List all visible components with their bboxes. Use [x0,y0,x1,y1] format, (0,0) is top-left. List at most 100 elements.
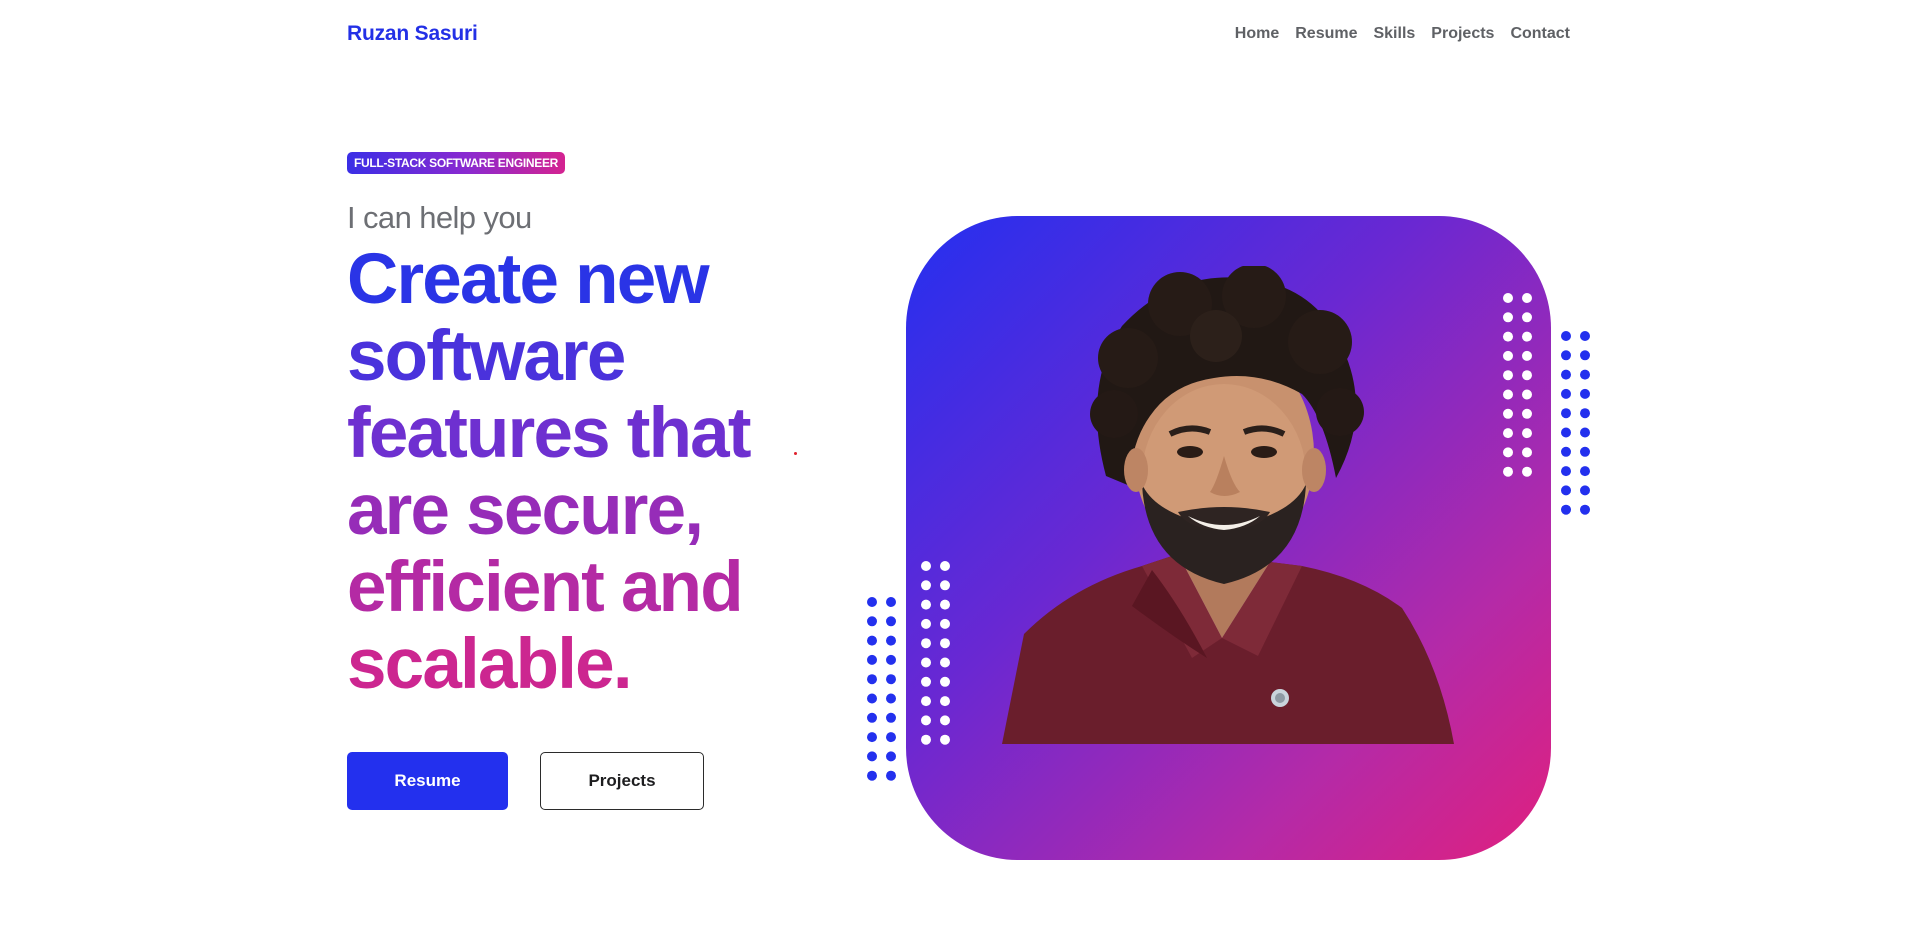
nav-item-home[interactable]: Home [1235,25,1279,43]
decorative-dot [886,635,896,646]
decorative-dot [1503,466,1513,477]
decorative-dot [886,712,896,723]
dot-pattern-card-left [921,561,950,745]
decorative-dot [1503,370,1513,381]
decorative-dot [886,674,896,685]
decorative-dot [886,654,896,665]
decorative-dot [867,693,877,704]
decorative-dot [1503,428,1513,439]
decorative-dot [1503,408,1513,419]
decorative-dot [1561,504,1571,515]
decorative-dot [940,734,950,745]
decorative-dot [921,657,931,668]
decorative-dot [1503,447,1513,458]
main-nav: Home Resume Skills Projects Contact [1235,25,1570,43]
decorative-dot [1522,350,1532,361]
nav-item-resume[interactable]: Resume [1295,25,1357,43]
dot-pattern-left-blue [867,597,896,781]
dot-pattern-right-blue [1561,331,1590,515]
decorative-dot [940,657,950,668]
decorative-dot [867,751,877,762]
decorative-dot [886,732,896,743]
decorative-dot [1522,408,1532,419]
headline-line: scalable. [347,625,633,704]
headline-line: efficient and [347,548,744,627]
decorative-dot [921,734,931,745]
decorative-dot [1561,427,1571,438]
decorative-dot [886,770,896,781]
decorative-dot [867,597,877,607]
decorative-dot [1522,370,1532,381]
decorative-dot [1580,350,1590,361]
decorative-dot [867,635,877,646]
decorative-dot [1580,466,1590,477]
decorative-dot [794,452,797,455]
decorative-dot [1561,408,1571,419]
headline-line: software [347,317,626,396]
decorative-dot [921,715,931,726]
decorative-dot [1580,485,1590,496]
decorative-dot [886,751,896,762]
decorative-dot [1580,369,1590,380]
decorative-dot [1522,447,1532,458]
decorative-dot [1522,428,1532,439]
decorative-dot [1580,331,1590,341]
nav-item-skills[interactable]: Skills [1373,25,1415,43]
decorative-dot [1561,466,1571,477]
decorative-dot [1580,408,1590,419]
decorative-dot [1561,388,1571,399]
hero-portrait-card [906,216,1551,860]
decorative-dot [1503,331,1513,342]
decorative-dot [921,618,931,629]
site-brand-logo[interactable]: Ruzan Sasuri [347,22,478,46]
decorative-dot [867,616,877,627]
hero-subtitle: I can help you [347,200,532,235]
nav-item-projects[interactable]: Projects [1431,25,1494,43]
decorative-dot [1580,446,1590,457]
nav-item-contact[interactable]: Contact [1510,25,1570,43]
dot-pattern-card-right [1503,293,1532,477]
decorative-dot [886,597,896,607]
decorative-dot [921,561,931,571]
decorative-dot [940,715,950,726]
headline-line: Create new [347,240,710,319]
decorative-dot [1561,331,1571,341]
decorative-dot [921,696,931,707]
decorative-dot [1561,485,1571,496]
headline-line: features that [347,394,752,473]
decorative-dot [940,696,950,707]
decorative-dot [940,618,950,629]
projects-button[interactable]: Projects [540,752,704,810]
decorative-dot [940,561,950,571]
decorative-dot [867,674,877,685]
decorative-dot [1503,389,1513,400]
decorative-dot [1580,388,1590,399]
decorative-dot [940,638,950,649]
decorative-dot [1580,427,1590,438]
decorative-dot [921,676,931,687]
hero-headline: Create new software features that are se… [347,241,807,703]
decorative-dot [921,638,931,649]
headline-line: are secure, [347,471,704,550]
person-photo-icon [1002,266,1454,744]
decorative-dot [867,732,877,743]
role-badge: FULL-STACK SOFTWARE ENGINEER [347,152,566,174]
decorative-dot [867,654,877,665]
decorative-dot [1522,331,1532,342]
decorative-dot [886,616,896,627]
decorative-dot [921,599,931,610]
decorative-dot [1503,350,1513,361]
decorative-dot [921,580,931,591]
decorative-dot [1522,389,1532,400]
decorative-dot [1522,293,1532,303]
resume-button[interactable]: Resume [347,752,508,810]
decorative-dot [886,693,896,704]
decorative-dot [940,580,950,591]
decorative-dot [1580,504,1590,515]
decorative-dot [940,676,950,687]
decorative-dot [1522,466,1532,477]
decorative-dot [867,770,877,781]
decorative-dot [1561,369,1571,380]
decorative-dot [1561,350,1571,361]
decorative-dot [1503,293,1513,303]
